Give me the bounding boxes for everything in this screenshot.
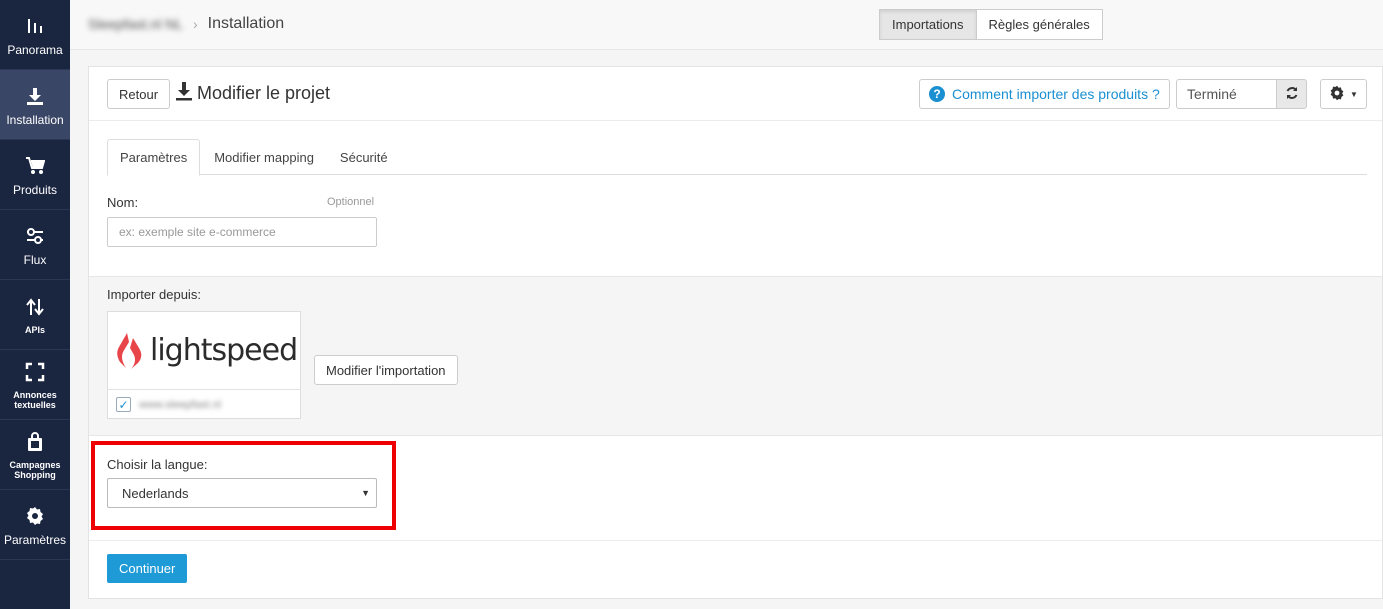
caret-down-icon: ▼ bbox=[1350, 89, 1358, 99]
language-select-value: Nederlands bbox=[122, 485, 189, 501]
segment-regles-generales[interactable]: Règles générales bbox=[976, 9, 1103, 40]
sidebar-item-apis[interactable]: APIs bbox=[0, 280, 70, 350]
source-url: www.sleepfast.nl bbox=[139, 398, 221, 411]
settings-dropdown[interactable]: ▼ bbox=[1320, 79, 1367, 109]
download-icon bbox=[175, 81, 193, 106]
lightspeed-flame-icon bbox=[117, 332, 142, 369]
sidebar-item-label: Produits bbox=[12, 182, 58, 197]
bar-chart-icon bbox=[23, 14, 47, 38]
check-icon: ✓ bbox=[118, 397, 129, 412]
optional-label: Optionnel bbox=[327, 196, 375, 208]
lightspeed-wordmark: lightspeed bbox=[150, 333, 298, 368]
lightspeed-logo: lightspeed bbox=[108, 312, 300, 390]
help-link[interactable]: ? Comment importer des produits ? bbox=[919, 79, 1170, 109]
panel-title-text: Modifier le projet bbox=[197, 83, 331, 103]
back-button[interactable]: Retour bbox=[107, 79, 171, 109]
status-control: Terminé bbox=[1176, 79, 1307, 109]
sidebar-item-produits[interactable]: Produits bbox=[0, 140, 70, 210]
sidebar-item-parametres[interactable]: Paramètres bbox=[0, 490, 70, 560]
arrows-updown-icon bbox=[23, 295, 47, 319]
sidebar-item-installation[interactable]: Installation bbox=[0, 70, 70, 140]
caret-down-icon: ▼ bbox=[361, 488, 370, 498]
gear-icon bbox=[23, 504, 47, 528]
sidebar-item-annonces[interactable]: Annonces textuelles bbox=[0, 350, 70, 420]
name-label: Nom: bbox=[107, 195, 139, 210]
shopping-bag-icon bbox=[23, 430, 47, 454]
name-input[interactable]: ex: exemple site e-commerce bbox=[107, 217, 377, 247]
download-icon bbox=[23, 84, 47, 108]
tab-modifier-mapping[interactable]: Modifier mapping bbox=[202, 139, 326, 175]
sidebar-item-label: Installation bbox=[6, 112, 64, 127]
main-panel: Retour Modifier le projet ? Comment impo… bbox=[88, 66, 1383, 599]
breadcrumb-store[interactable]: Sleepfast.nl NL bbox=[88, 16, 183, 32]
modify-import-button[interactable]: Modifier l'importation bbox=[314, 355, 458, 385]
divider bbox=[89, 540, 1382, 541]
sidebar-item-campagnes[interactable]: Campagnes Shopping bbox=[0, 420, 70, 490]
name-input-placeholder: ex: exemple site e-commerce bbox=[119, 225, 276, 239]
help-link-label: Comment importer des produits ? bbox=[952, 86, 1160, 102]
sliders-icon bbox=[23, 224, 47, 248]
sidebar-item-label: Annonces textuelles bbox=[13, 389, 57, 410]
sidebar-item-label: Campagnes Shopping bbox=[9, 459, 61, 480]
sidebar: Panorama Installation Produits Flux APIs… bbox=[0, 0, 70, 609]
sidebar-item-label: Paramètres bbox=[3, 532, 67, 547]
sidebar-item-label: APIs bbox=[24, 324, 45, 335]
refresh-icon bbox=[1285, 86, 1299, 103]
import-label: Importer depuis: bbox=[107, 287, 201, 302]
page-title: Installation bbox=[207, 15, 285, 32]
topbar: Sleepfast.nl NL › Installation Importati… bbox=[70, 0, 1383, 50]
chevron-right-icon: › bbox=[192, 16, 198, 32]
question-icon: ? bbox=[929, 86, 945, 102]
tab-parametres[interactable]: Paramètres bbox=[107, 139, 201, 176]
tab-bar: Paramètres Modifier mapping Sécurité bbox=[107, 139, 1367, 176]
language-select[interactable]: Nederlands ▼ bbox=[107, 478, 377, 508]
sidebar-item-label: Panorama bbox=[7, 42, 63, 57]
segment-control: Importations Règles générales bbox=[879, 9, 1103, 40]
continue-button[interactable]: Continuer bbox=[107, 554, 188, 583]
sidebar-item-flux[interactable]: Flux bbox=[0, 210, 70, 280]
refresh-button[interactable] bbox=[1276, 79, 1307, 109]
panel-header: Retour Modifier le projet ? Comment impo… bbox=[89, 67, 1382, 121]
breadcrumb: Sleepfast.nl NL › Installation bbox=[88, 15, 284, 33]
tab-securite[interactable]: Sécurité bbox=[328, 139, 400, 175]
gear-icon bbox=[1329, 85, 1345, 104]
language-label: Choisir la langue: bbox=[107, 457, 208, 472]
cart-icon bbox=[23, 154, 47, 178]
panel-title: Modifier le projet bbox=[175, 81, 330, 106]
import-source-footer: ✓ www.sleepfast.nl bbox=[108, 390, 300, 419]
sidebar-item-panorama[interactable]: Panorama bbox=[0, 0, 70, 70]
source-checkbox[interactable]: ✓ bbox=[116, 397, 131, 412]
expand-icon bbox=[23, 360, 47, 384]
status-field: Terminé bbox=[1176, 79, 1276, 109]
import-section: Importer depuis: lightspeed ✓ www.sleepf… bbox=[89, 276, 1382, 436]
segment-importations[interactable]: Importations bbox=[879, 9, 977, 40]
sidebar-item-label: Flux bbox=[23, 252, 47, 267]
import-source-card[interactable]: lightspeed ✓ www.sleepfast.nl bbox=[107, 311, 301, 419]
